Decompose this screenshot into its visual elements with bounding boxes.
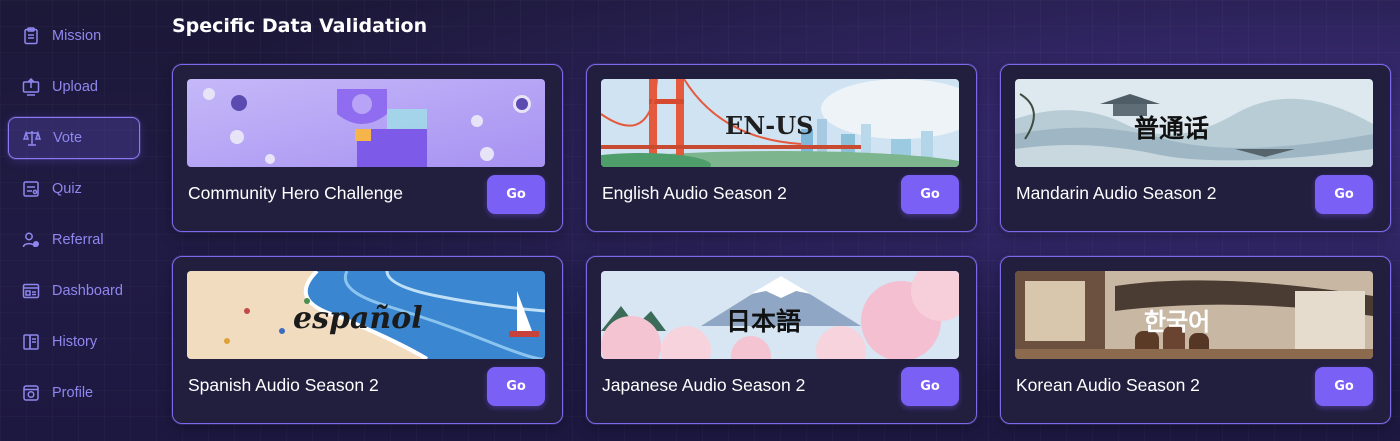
sidebar-item-quiz[interactable]: Quiz [8, 168, 140, 210]
sidebar-item-mission[interactable]: Mission [8, 15, 140, 57]
upload-icon [22, 77, 40, 96]
history-icon [23, 334, 39, 350]
sidebar-item-vote[interactable]: Vote [8, 117, 140, 159]
card-community-hero: Community Hero Challenge Go [172, 64, 563, 232]
card-korean-audio: 한국어 Korean Audio Season 2 Go [1000, 256, 1391, 424]
card-title: Community Hero Challenge [188, 183, 403, 203]
go-button[interactable]: Go [901, 175, 959, 214]
go-button[interactable]: Go [487, 175, 545, 214]
go-button[interactable]: Go [901, 367, 959, 406]
clipboard-icon [24, 27, 38, 45]
scales-icon [22, 130, 42, 146]
page-title: Specific Data Validation [172, 15, 428, 37]
banner-text: EN-US [725, 111, 814, 140]
sidebar-item-label: Profile [52, 385, 94, 401]
sidebar-item-referral[interactable]: Referral [8, 219, 140, 261]
sidebar-item-label: History [52, 334, 98, 350]
sidebar-item-label: Upload [52, 79, 98, 95]
card-title: English Audio Season 2 [602, 183, 787, 203]
banner-text: español [293, 301, 423, 336]
card-title: Spanish Audio Season 2 [188, 375, 379, 395]
sidebar-item-label: Vote [53, 130, 83, 146]
card-japanese-audio: 日本語 Japanese Audio Season 2 Go [586, 256, 977, 424]
go-button[interactable]: Go [487, 367, 545, 406]
card-english-audio: EN-US English Audio Season 2 Go [586, 64, 977, 232]
card-title: Korean Audio Season 2 [1016, 375, 1200, 395]
sidebar-item-label: Quiz [52, 181, 82, 197]
profile-icon [23, 385, 39, 401]
banner-image [187, 79, 545, 167]
banner-text: 한국어 [1144, 308, 1211, 336]
go-button[interactable]: Go [1315, 367, 1373, 406]
card-spanish-audio: español Spanish Audio Season 2 Go [172, 256, 563, 424]
quiz-icon [23, 181, 39, 197]
sidebar-item-label: Mission [52, 28, 102, 44]
sidebar-item-history[interactable]: History [8, 321, 140, 363]
sidebar-item-upload[interactable]: Upload [8, 66, 140, 108]
banner-text: 日本語 [726, 307, 802, 336]
dashboard-icon [22, 283, 40, 299]
card-mandarin-audio: 普通话 Mandarin Audio Season 2 Go [1000, 64, 1391, 232]
sidebar-item-dashboard[interactable]: Dashboard [8, 270, 140, 312]
sidebar-item-label: Referral [52, 232, 104, 248]
go-button[interactable]: Go [1315, 175, 1373, 214]
sidebar-item-profile[interactable]: Profile [8, 372, 140, 414]
sidebar: Mission Upload Vote Quiz Referral Dashbo… [0, 0, 150, 441]
banner-text: 普通话 [1134, 114, 1210, 143]
card-title: Japanese Audio Season 2 [602, 375, 806, 395]
sidebar-item-label: Dashboard [52, 283, 123, 299]
referral-icon [22, 232, 39, 248]
card-title: Mandarin Audio Season 2 [1016, 183, 1217, 203]
